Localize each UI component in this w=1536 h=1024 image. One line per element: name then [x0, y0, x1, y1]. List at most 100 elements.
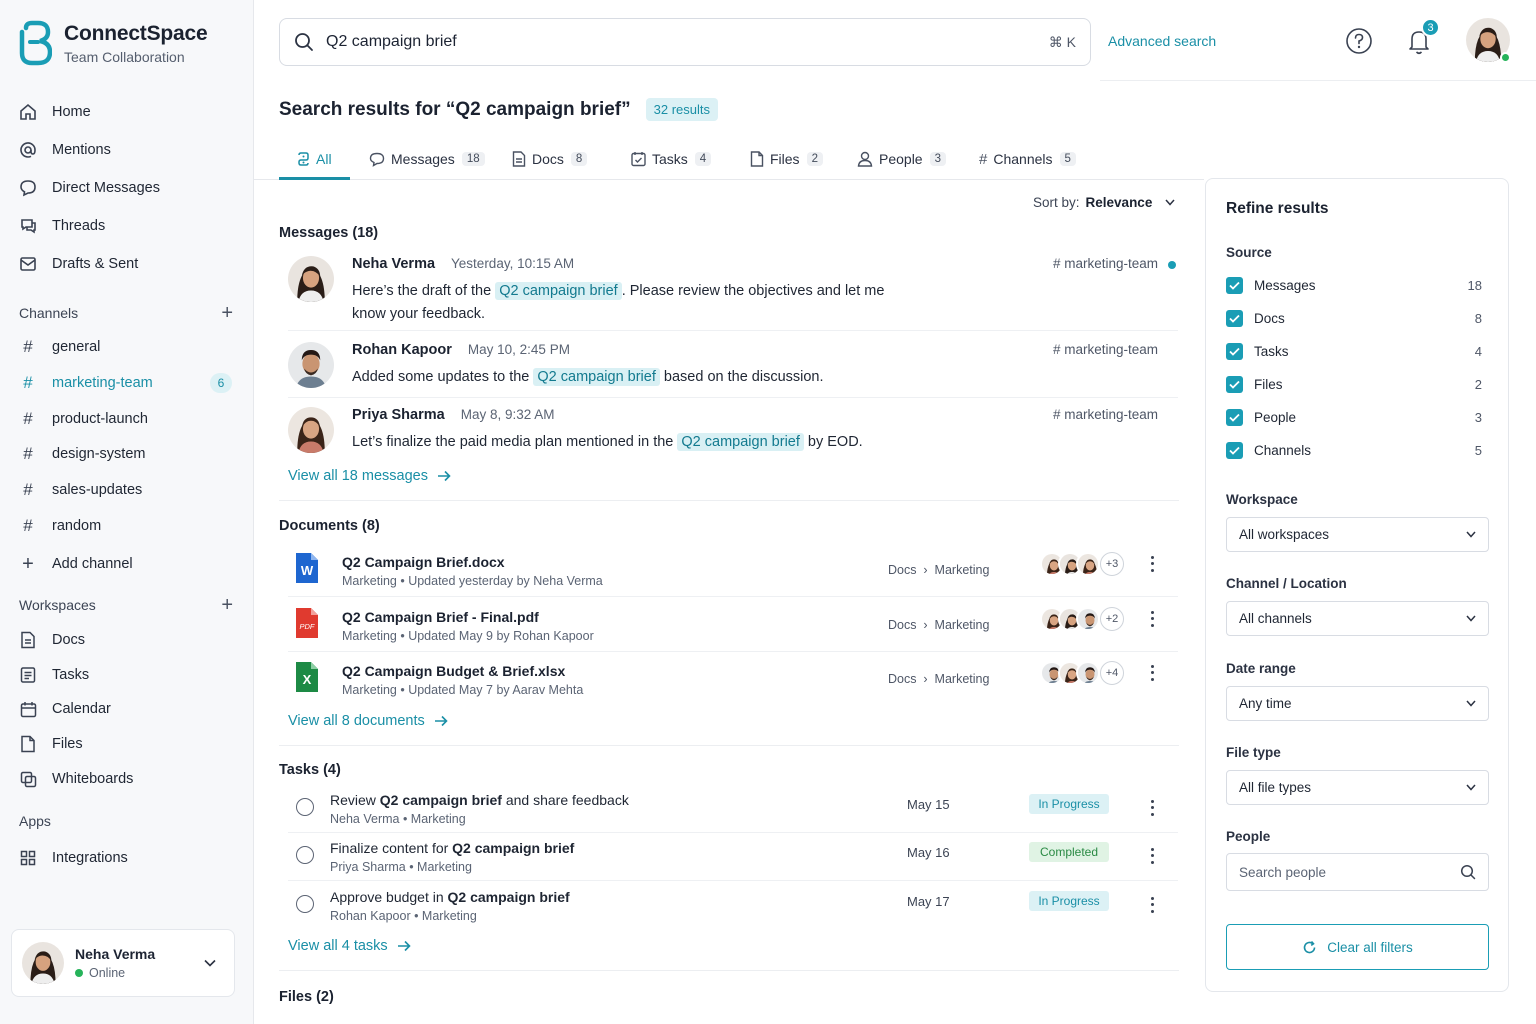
breadcrumb-leaf: Marketing	[934, 563, 990, 577]
more-options-icon[interactable]	[1146, 663, 1158, 683]
workspace-item-files[interactable]: Files	[18, 729, 236, 759]
message-result[interactable]: Priya Sharma May 8, 9:32 AM Let’s finaliz…	[288, 407, 1178, 457]
add-channel-plus-icon[interactable]: +	[221, 303, 233, 323]
checkbox-checked-icon[interactable]	[1226, 441, 1243, 459]
channel-item-sales-updates[interactable]: # sales-updates	[18, 476, 232, 504]
task-meta: Rohan Kapoor • Marketing	[330, 909, 477, 923]
message-author: Priya Sharma	[352, 407, 445, 423]
tab-count: 4	[694, 152, 712, 166]
checkbox-checked-icon[interactable]	[1226, 375, 1243, 393]
people-filter-label: People	[1226, 829, 1271, 844]
message-channel-link[interactable]: # marketing-team	[1053, 342, 1158, 357]
add-channel-button[interactable]: + Add channel	[18, 550, 232, 578]
nav-item-direct-messages[interactable]: Direct Messages	[18, 173, 236, 203]
online-status-dot	[1500, 52, 1511, 63]
message-channel-link[interactable]: # marketing-team	[1053, 256, 1158, 271]
excel-file-icon: X	[296, 662, 318, 692]
tab-messages[interactable]: Messages 18	[369, 140, 485, 178]
tab-all[interactable]: All	[297, 140, 332, 178]
advanced-search-link[interactable]: Advanced search	[1108, 33, 1216, 49]
view-all-label: View all 8 documents	[288, 713, 425, 729]
channel-item-random[interactable]: # random	[18, 512, 232, 540]
help-icon[interactable]	[1345, 27, 1373, 55]
workspace-item-docs[interactable]: Docs	[18, 625, 236, 655]
divider	[288, 596, 1178, 597]
task-checkbox[interactable]	[296, 846, 314, 864]
date-range-label: Date range	[1226, 661, 1296, 676]
more-options-icon[interactable]	[1146, 895, 1158, 915]
brand[interactable]: ConnectSpace Team Collaboration	[18, 20, 208, 66]
more-options-icon[interactable]	[1146, 554, 1158, 574]
nav-item-threads[interactable]: Threads	[18, 211, 236, 241]
workspace-item-tasks[interactable]: Tasks	[18, 660, 236, 690]
tab-files[interactable]: Files 2	[750, 140, 823, 178]
filter-source-docs[interactable]: Docs 8	[1226, 308, 1482, 328]
task-checkbox[interactable]	[296, 798, 314, 816]
clear-all-filters-button[interactable]: Clear all filters	[1226, 924, 1489, 970]
tab-count: 18	[461, 152, 485, 166]
checkbox-checked-icon[interactable]	[1226, 309, 1243, 327]
more-options-icon[interactable]	[1146, 609, 1158, 629]
message-result[interactable]: Neha Verma Yesterday, 10:15 AM Here’s the…	[288, 256, 1178, 326]
message-author: Neha Verma	[352, 256, 436, 272]
channel-select[interactable]: All channels	[1226, 601, 1489, 636]
document-result[interactable]: PDF Q2 Campaign Brief - Final.pdf Market…	[288, 607, 1178, 661]
workspace-select[interactable]: All workspaces	[1226, 517, 1489, 552]
nav-item-home[interactable]: Home	[18, 97, 236, 127]
task-title: Approve budget in Q2 campaign brief	[330, 889, 570, 905]
more-options-icon[interactable]	[1146, 798, 1158, 818]
people-search-input[interactable]	[1239, 864, 1460, 880]
tab-tasks[interactable]: Tasks 4	[631, 140, 712, 178]
filter-label: Files	[1254, 376, 1283, 392]
message-time: May 8, 9:32 AM	[460, 407, 555, 422]
current-user-card[interactable]: Neha Verma Online	[11, 929, 235, 997]
search-input[interactable]: Q2 campaign brief	[326, 33, 1049, 51]
channel-item-marketing-team[interactable]: # marketing-team 6	[18, 369, 232, 397]
message-result[interactable]: Rohan Kapoor May 10, 2:45 PM Added some u…	[288, 342, 1178, 392]
message-channel-link[interactable]: # marketing-team	[1053, 407, 1158, 422]
workspace-filter-label: Workspace	[1226, 492, 1298, 507]
task-title: Review Q2 campaign brief and share feedb…	[330, 792, 629, 808]
divider	[254, 179, 1204, 180]
channel-item-general[interactable]: # general	[18, 333, 232, 361]
filter-source-channels[interactable]: Channels 5	[1226, 440, 1482, 460]
sort-dropdown[interactable]: Sort by: Relevance	[1033, 195, 1175, 210]
date-range-select[interactable]: Any time	[1226, 686, 1489, 721]
workspace-item-whiteboards[interactable]: Whiteboards	[18, 764, 236, 794]
filter-source-people[interactable]: People 3	[1226, 407, 1482, 427]
documents-section-title: Documents (8)	[279, 518, 380, 534]
add-workspace-plus-icon[interactable]: +	[221, 595, 233, 615]
workspace-item-calendar[interactable]: Calendar	[18, 694, 236, 724]
checkbox-checked-icon[interactable]	[1226, 342, 1243, 360]
channel-item-product-launch[interactable]: # product-launch	[18, 405, 232, 433]
tab-people[interactable]: People 3	[857, 140, 946, 178]
more-options-icon[interactable]	[1146, 846, 1158, 866]
filter-label: People	[1254, 409, 1297, 425]
document-result[interactable]: X Q2 Campaign Budget & Brief.xlsx Market…	[288, 661, 1178, 715]
filter-source-files[interactable]: Files 2	[1226, 374, 1482, 394]
checkbox-checked-icon[interactable]	[1226, 276, 1243, 294]
filter-source-tasks[interactable]: Tasks 4	[1226, 341, 1482, 361]
view-all-tasks-link[interactable]: View all 4 tasks	[288, 938, 411, 954]
channel-item-design-system[interactable]: # design-system	[18, 440, 232, 468]
view-all-messages-link[interactable]: View all 18 messages	[288, 468, 451, 484]
select-value: Any time	[1239, 696, 1292, 711]
tab-docs[interactable]: Docs 8	[512, 140, 588, 178]
filter-source-messages[interactable]: Messages 18	[1226, 275, 1482, 295]
people-search-field[interactable]	[1226, 853, 1489, 891]
app-item-integrations[interactable]: Integrations	[18, 843, 236, 873]
chevron-down-icon[interactable]	[204, 959, 216, 967]
workspaces-heading: Workspaces +	[19, 595, 233, 615]
threads-icon	[18, 216, 38, 236]
view-all-documents-link[interactable]: View all 8 documents	[288, 713, 448, 729]
file-type-select[interactable]: All file types	[1226, 770, 1489, 805]
tab-channels[interactable]: # Channels 5	[979, 140, 1076, 178]
checkbox-checked-icon[interactable]	[1226, 408, 1243, 426]
nav-item-drafts-sent[interactable]: Drafts & Sent	[18, 249, 236, 279]
chevron-down-icon	[1466, 531, 1476, 538]
document-result[interactable]: W Q2 Campaign Brief.docx Marketing • Upd…	[288, 552, 1178, 606]
global-search-bar[interactable]: Q2 campaign brief ⌘ K	[279, 18, 1091, 66]
task-checkbox[interactable]	[296, 895, 314, 913]
nav-item-mentions[interactable]: Mentions	[18, 135, 236, 165]
task-result[interactable]: Approve budget in Q2 campaign brief Roha…	[288, 889, 1178, 937]
